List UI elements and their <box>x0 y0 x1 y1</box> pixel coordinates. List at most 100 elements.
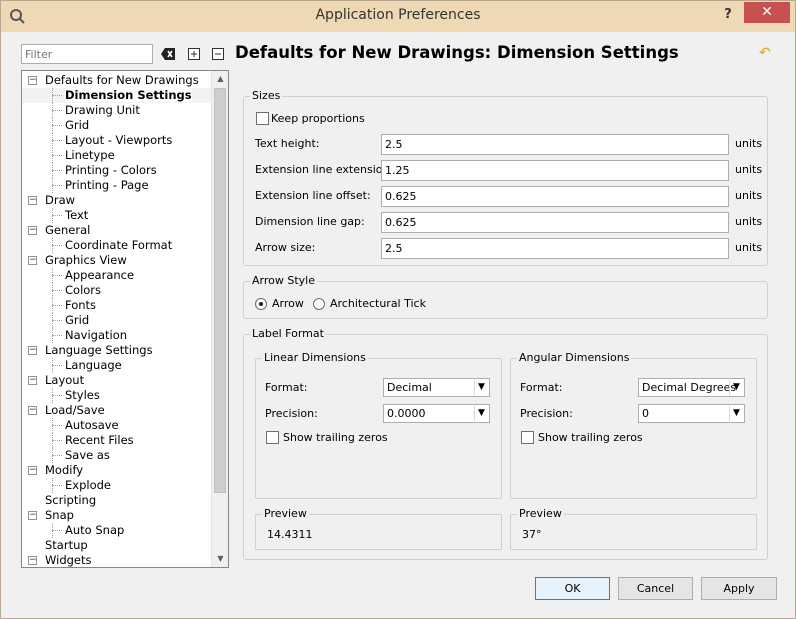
arrow-size-unit: units <box>735 241 763 254</box>
expand-all-icon[interactable] <box>185 45 203 63</box>
linear-format-select[interactable]: Decimal ▼ <box>383 378 490 397</box>
tree-connector <box>52 125 62 126</box>
ok-button[interactable]: OK <box>535 577 610 600</box>
linear-format-label: Format: <box>265 381 308 394</box>
linear-preview-value: 14.4311 <box>267 528 313 541</box>
collapse-all-icon[interactable] <box>209 45 227 63</box>
tree-label: General <box>45 223 91 237</box>
linear-format-value: Decimal <box>387 381 432 394</box>
arrow-size-label: Arrow size: <box>255 241 316 254</box>
tree-category[interactable]: − Snap <box>22 508 212 523</box>
scroll-up-icon[interactable]: ▲ <box>212 71 228 87</box>
tree-item[interactable]: Explode <box>22 478 212 493</box>
reset-icon[interactable]: ↶ <box>759 46 773 60</box>
tree-category[interactable]: Scripting <box>22 493 212 508</box>
linear-precision-value: 0.0000 <box>387 407 426 420</box>
arrow-radio[interactable] <box>255 298 267 310</box>
collapse-icon[interactable]: − <box>28 256 37 265</box>
chevron-down-icon: ▼ <box>729 380 743 395</box>
tree-connector <box>52 455 62 456</box>
tree-category[interactable]: − Draw <box>22 193 212 208</box>
collapse-icon[interactable]: − <box>28 226 37 235</box>
tree-category[interactable]: − Defaults for New Drawings <box>22 73 212 88</box>
linear-trailing-zeros-checkbox[interactable] <box>266 431 279 444</box>
tree-label: Modify <box>45 463 84 477</box>
text-height-input[interactable]: 2.5 <box>381 134 729 155</box>
collapse-icon[interactable]: − <box>28 556 37 565</box>
cancel-button[interactable]: Cancel <box>618 577 693 600</box>
tree-label: Linetype <box>65 148 115 162</box>
tree-category[interactable]: − Graphics View <box>22 253 212 268</box>
architectural-tick-radio[interactable] <box>313 298 325 310</box>
tree-label: Layout - Viewports <box>65 133 173 147</box>
keep-proportions-checkbox[interactable] <box>256 112 269 125</box>
tree-category[interactable]: − Load/Save <box>22 403 212 418</box>
tree-category[interactable]: − Widgets <box>22 553 212 567</box>
tree-label: Navigation <box>65 328 128 342</box>
linear-trailing-zeros-label: Show trailing zeros <box>283 431 388 444</box>
tree-category[interactable]: − Layout <box>22 373 212 388</box>
tree-connector <box>52 215 62 216</box>
tree-item[interactable]: Fonts <box>22 298 212 313</box>
close-button[interactable]: ✕ <box>744 2 790 23</box>
arrow-size-input[interactable]: 2.5 <box>381 238 729 259</box>
tree-connector <box>52 185 62 186</box>
settings-tree[interactable]: − Defaults for New Drawings Dimension Sett… <box>21 70 229 568</box>
tree-item[interactable]: Dimension Settings <box>22 88 212 103</box>
tree-label: Load/Save <box>45 403 105 417</box>
tree-item[interactable]: Recent Files <box>22 433 212 448</box>
collapse-icon[interactable]: − <box>28 406 37 415</box>
tree-item[interactable]: Grid <box>22 313 212 328</box>
tree-item[interactable]: Printing - Page <box>22 178 212 193</box>
tree-item[interactable]: Printing - Colors <box>22 163 212 178</box>
extension-line-extension-input[interactable]: 1.25 <box>381 160 729 181</box>
tree-connector <box>52 155 62 156</box>
tree-item[interactable]: Appearance <box>22 268 212 283</box>
collapse-icon[interactable]: − <box>28 511 37 520</box>
scroll-down-icon[interactable]: ▼ <box>212 551 228 567</box>
tree-item[interactable]: Text <box>22 208 212 223</box>
tree-label: Auto Snap <box>65 523 125 537</box>
tree-category[interactable]: − General <box>22 223 212 238</box>
angular-format-select[interactable]: Decimal Degrees ▼ <box>638 378 745 397</box>
extension-line-offset-unit: units <box>735 189 763 202</box>
collapse-icon[interactable]: − <box>28 196 37 205</box>
dimension-line-gap-input[interactable]: 0.625 <box>381 212 729 233</box>
apply-button[interactable]: Apply <box>701 577 777 600</box>
clear-filter-icon[interactable] <box>159 45 177 63</box>
tree-item[interactable]: Navigation <box>22 328 212 343</box>
linear-precision-select[interactable]: 0.0000 ▼ <box>383 404 490 423</box>
tree-item[interactable]: Drawing Unit <box>22 103 212 118</box>
collapse-icon[interactable]: − <box>28 346 37 355</box>
tree-connector <box>52 110 62 111</box>
dimension-line-gap-label: Dimension line gap: <box>255 215 365 228</box>
tree-item[interactable]: Autosave <box>22 418 212 433</box>
tree-item[interactable]: Linetype <box>22 148 212 163</box>
angular-trailing-zeros-checkbox[interactable] <box>521 431 534 444</box>
tree-category[interactable]: − Modify <box>22 463 212 478</box>
tree-item[interactable]: Grid <box>22 118 212 133</box>
scroll-thumb[interactable] <box>214 88 226 493</box>
filter-input[interactable] <box>21 44 153 64</box>
tree-connector <box>52 290 62 291</box>
tree-item[interactable]: Layout - Viewports <box>22 133 212 148</box>
tree-item[interactable]: Styles <box>22 388 212 403</box>
tree-item[interactable]: Save as <box>22 448 212 463</box>
angular-preview-group: Preview 37° <box>510 507 757 550</box>
tree-item[interactable]: Coordinate Format <box>22 238 212 253</box>
extension-line-offset-input[interactable]: 0.625 <box>381 186 729 207</box>
tree-label: Grid <box>65 313 90 327</box>
tree-item[interactable]: Auto Snap <box>22 523 212 538</box>
help-button[interactable]: ? <box>717 5 739 25</box>
collapse-icon[interactable]: − <box>28 376 37 385</box>
tree-label: Printing - Page <box>65 178 149 192</box>
tree-category[interactable]: − Language Settings <box>22 343 212 358</box>
collapse-icon[interactable]: − <box>28 76 37 85</box>
tree-item[interactable]: Colors <box>22 283 212 298</box>
tree-category[interactable]: Startup <box>22 538 212 553</box>
angular-dimensions-group: Angular Dimensions Format: Decimal Degre… <box>510 351 757 499</box>
collapse-icon[interactable]: − <box>28 466 37 475</box>
angular-precision-select[interactable]: 0 ▼ <box>638 404 745 423</box>
tree-item[interactable]: Language <box>22 358 212 373</box>
tree-scrollbar[interactable]: ▲ ▼ <box>211 71 228 567</box>
